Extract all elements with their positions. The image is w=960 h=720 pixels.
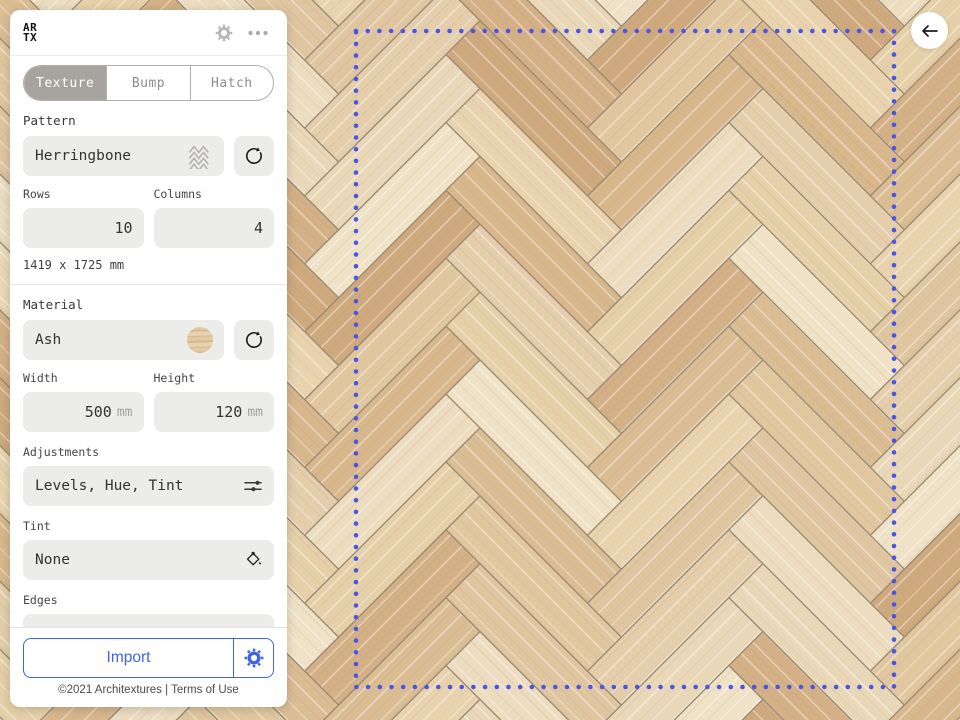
settings-button[interactable] bbox=[212, 21, 236, 45]
tint-select[interactable]: None bbox=[23, 540, 274, 580]
edges-label: Edges bbox=[23, 593, 274, 607]
material-section-label: Material bbox=[23, 297, 274, 312]
import-settings-button[interactable] bbox=[233, 639, 273, 677]
pattern-section-label: Pattern bbox=[23, 113, 274, 128]
randomize-pattern-button[interactable] bbox=[234, 136, 274, 176]
panel-content: Pattern Herringbone bbox=[10, 101, 287, 627]
gear-icon bbox=[243, 647, 265, 669]
rows-value: 10 bbox=[114, 219, 132, 237]
width-label: Width bbox=[23, 371, 144, 385]
wood-swatch-icon bbox=[187, 327, 213, 353]
refresh-icon bbox=[243, 145, 265, 167]
sliders-icon bbox=[243, 477, 263, 495]
ellipsis-icon bbox=[247, 29, 269, 37]
material-select[interactable]: Ash bbox=[23, 320, 224, 360]
rows-input[interactable]: 10 bbox=[23, 208, 144, 248]
edges-select[interactable]: Handmade bbox=[23, 614, 274, 627]
adjustments-label: Adjustments bbox=[23, 445, 274, 459]
gear-icon bbox=[214, 23, 234, 43]
material-value: Ash bbox=[35, 332, 61, 348]
pattern-select[interactable]: Herringbone bbox=[23, 136, 224, 176]
height-unit: mm bbox=[247, 405, 263, 420]
columns-label: Columns bbox=[154, 187, 275, 201]
height-input[interactable]: 120 mm bbox=[154, 392, 275, 432]
width-unit: mm bbox=[117, 405, 133, 420]
columns-value: 4 bbox=[254, 219, 263, 237]
adjustments-select[interactable]: Levels, Hue, Tint bbox=[23, 466, 274, 506]
width-input[interactable]: 500 mm bbox=[23, 392, 144, 432]
pattern-value: Herringbone bbox=[35, 148, 131, 164]
back-button[interactable] bbox=[911, 12, 948, 49]
terms-of-use-link[interactable]: Terms of Use bbox=[171, 684, 239, 696]
tab-bump[interactable]: Bump bbox=[106, 66, 189, 100]
refresh-icon bbox=[243, 329, 265, 351]
more-options-button[interactable] bbox=[245, 27, 271, 39]
paint-bucket-icon bbox=[243, 550, 263, 570]
adjustments-value: Levels, Hue, Tint bbox=[35, 478, 183, 494]
footer-separator: | bbox=[162, 684, 171, 696]
rows-label: Rows bbox=[23, 187, 144, 201]
copyright-footer: ©2021 Architextures | Terms of Use bbox=[23, 684, 274, 696]
height-label: Height bbox=[154, 371, 275, 385]
randomize-material-button[interactable] bbox=[234, 320, 274, 360]
panel-footer: Import ©2021 Architextures | Terms of Us… bbox=[10, 627, 287, 704]
copyright-text: ©2021 Architextures bbox=[58, 684, 162, 696]
sidebar-panel: AR TX Texture Bump H bbox=[10, 10, 287, 707]
import-split-button: Import bbox=[23, 638, 274, 678]
tint-label: Tint bbox=[23, 519, 274, 533]
width-value: 500 bbox=[85, 403, 112, 421]
import-label: Import bbox=[107, 649, 151, 667]
columns-input[interactable]: 4 bbox=[154, 208, 275, 248]
architextures-logo: AR TX bbox=[23, 23, 37, 43]
tile-dimensions: 1419 x 1725 mm bbox=[23, 258, 274, 272]
selection-marquee[interactable] bbox=[356, 31, 894, 687]
tint-value: None bbox=[35, 552, 70, 568]
tab-hatch[interactable]: Hatch bbox=[190, 66, 273, 100]
herringbone-icon bbox=[187, 143, 213, 169]
tab-texture[interactable]: Texture bbox=[24, 66, 106, 100]
import-button[interactable]: Import bbox=[24, 639, 233, 677]
mode-tabs: Texture Bump Hatch bbox=[23, 65, 274, 101]
arrow-left-icon bbox=[920, 21, 940, 41]
section-divider bbox=[10, 284, 287, 285]
panel-header: AR TX bbox=[10, 10, 287, 56]
height-value: 120 bbox=[215, 403, 242, 421]
